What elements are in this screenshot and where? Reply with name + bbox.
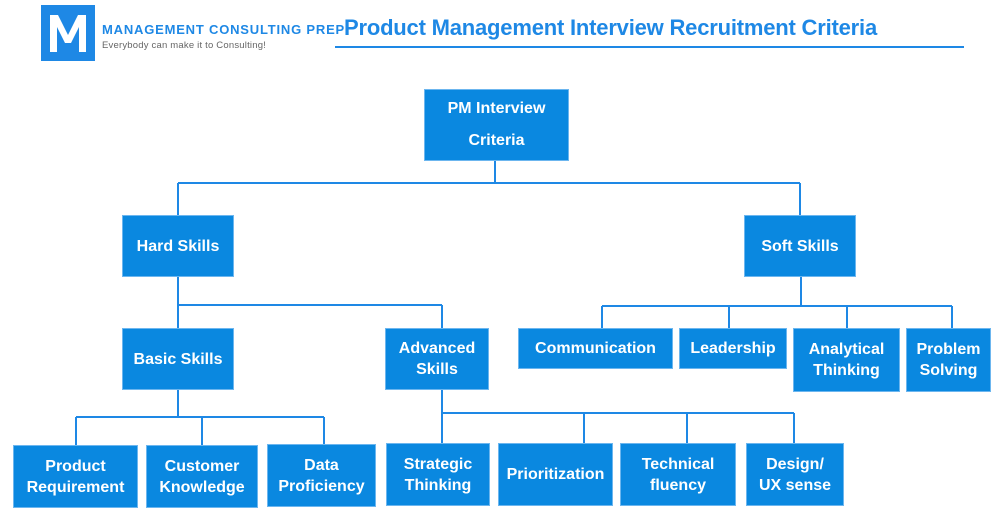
node-problem-solving: Problem Solving: [907, 329, 990, 391]
node-design-ux-sense: Design/ UX sense: [747, 444, 843, 505]
node-leadership: Leadership: [680, 329, 786, 368]
node-customer-knowledge: Customer Knowledge: [147, 446, 257, 507]
node-analytical-thinking: Analytical Thinking: [794, 329, 899, 391]
node-data-proficiency: Data Proficiency: [268, 445, 375, 506]
connector-soft-skills: [601, 276, 953, 329]
connector-basic-skills: [75, 389, 325, 446]
node-technical-fluency: Technical fluency: [621, 444, 735, 505]
node-basic-skills: Basic Skills: [123, 329, 233, 389]
connector-root: [177, 160, 801, 216]
node-product-requirement: Product Requirement: [14, 446, 137, 507]
node-communication: Communication: [519, 329, 672, 368]
node-soft-skills: Soft Skills: [745, 216, 855, 276]
connector-hard-skills: [177, 276, 443, 328]
node-advanced-skills: Advanced Skills: [386, 329, 488, 389]
connector-advanced-skills: [441, 389, 795, 444]
node-pm-interview-criteria: PM Interview Criteria: [425, 90, 568, 160]
node-hard-skills: Hard Skills: [123, 216, 233, 276]
node-strategic-thinking: Strategic Thinking: [387, 444, 489, 505]
node-prioritization: Prioritization: [499, 444, 612, 505]
